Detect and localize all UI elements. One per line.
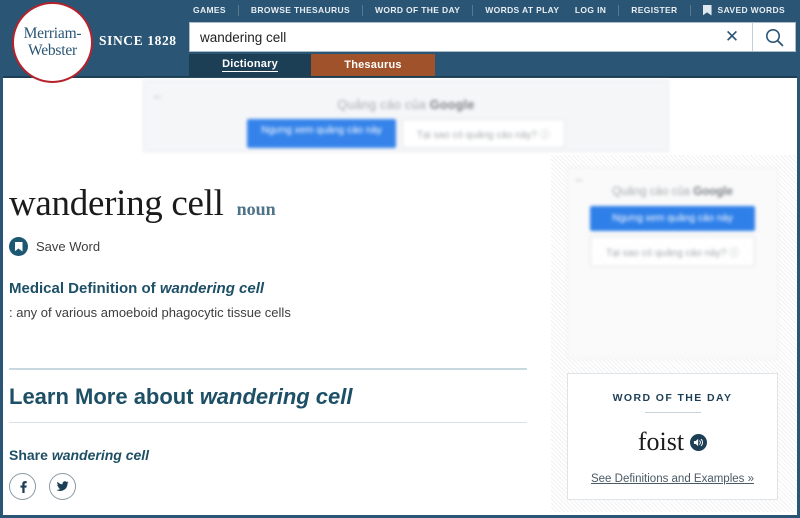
logo-line-2: Webster <box>28 41 77 59</box>
logo-line-1: Merriam- <box>23 25 82 43</box>
bookmark-icon <box>702 4 712 16</box>
ad-attribution: Quảng cáo của Google <box>144 98 668 112</box>
banner-advertisement[interactable]: ← Quảng cáo của Google Ngưng xem quảng c… <box>143 80 669 152</box>
search-magnifier-icon[interactable] <box>753 22 795 52</box>
search-input[interactable] <box>190 29 712 45</box>
word-of-the-day-word[interactable]: foist <box>638 427 684 457</box>
tab-thesaurus[interactable]: Thesaurus <box>311 54 435 76</box>
merriam-webster-logo[interactable]: Merriam- Webster <box>12 2 93 83</box>
site-header: GAMES BROWSE THESAURUS WORD OF THE DAY W… <box>3 0 797 83</box>
facebook-icon[interactable] <box>9 473 36 500</box>
dictionary-entry: wandering cell noun Save Word Medical De… <box>3 155 551 512</box>
saved-words-label: SAVED WORDS <box>717 5 785 15</box>
utility-nav: GAMES BROWSE THESAURUS WORD OF THE DAY W… <box>3 0 797 20</box>
definition-heading: Medical Definition of wandering cell <box>9 280 527 297</box>
learn-more-heading: Learn More about wandering cell <box>9 384 527 422</box>
right-sidebar: ← Quảng cáo của Google Ngưng xem quảng c… <box>551 155 797 512</box>
word-of-the-day-label: WORD OF THE DAY <box>612 392 733 404</box>
since-tagline: SINCE 1828 <box>99 33 177 48</box>
share-prefix: Share <box>9 447 52 463</box>
ad-attribution-brand: Google <box>693 186 733 198</box>
ad-attribution-prefix: Quảng cáo của <box>612 186 694 198</box>
ad-stop-seeing-button[interactable]: Ngưng xem quảng cáo này <box>590 206 755 231</box>
share-heading: Share wandering cell <box>9 447 527 463</box>
definition-heading-word: wandering cell <box>159 280 265 297</box>
search-bar: ✕ <box>189 22 796 52</box>
nav-link-browse-thesaurus[interactable]: BROWSE THESAURUS <box>239 0 362 20</box>
tab-dictionary-label: Dictionary <box>222 58 278 72</box>
ad-buttons: Ngưng xem quảng cáo này Tại sao có quảng… <box>590 206 755 267</box>
browser-page: GAMES BROWSE THESAURUS WORD OF THE DAY W… <box>0 0 800 518</box>
learn-more-prefix: Learn More about <box>9 384 200 409</box>
utility-nav-right: LOG IN REGISTER SAVED WORDS <box>563 0 797 20</box>
ad-stop-seeing-button[interactable]: Ngưng xem quảng cáo này <box>247 119 396 148</box>
section-divider-bottom <box>9 422 527 423</box>
tab-dictionary[interactable]: Dictionary <box>189 54 311 76</box>
save-word-button[interactable]: Save Word <box>9 237 527 256</box>
share-word: wandering cell <box>51 447 150 463</box>
definition-heading-prefix: Medical Definition of <box>9 280 160 297</box>
word-of-the-day-row: foist <box>568 427 777 457</box>
ad-attribution: Quảng cáo của Google <box>568 186 777 198</box>
widget-divider <box>644 412 701 413</box>
page-title: wandering cell <box>9 183 224 224</box>
section-divider-top <box>9 368 527 370</box>
see-definitions-link[interactable]: See Definitions and Examples » <box>568 473 777 485</box>
nav-link-word-of-the-day[interactable]: WORD OF THE DAY <box>363 0 472 20</box>
tab-thesaurus-label: Thesaurus <box>344 59 402 71</box>
utility-nav-left: GAMES BROWSE THESAURUS WORD OF THE DAY W… <box>181 0 571 20</box>
ad-attribution-prefix: Quảng cáo của <box>337 98 430 112</box>
bookmark-icon <box>9 237 28 256</box>
share-buttons <box>9 473 527 500</box>
part-of-speech: noun <box>236 199 276 219</box>
ad-back-arrow-icon[interactable]: ← <box>574 173 585 185</box>
nav-link-games[interactable]: GAMES <box>181 0 238 20</box>
headword-row: wandering cell noun <box>9 155 527 225</box>
nav-link-saved-words[interactable]: SAVED WORDS <box>691 0 797 20</box>
nav-link-log-in[interactable]: LOG IN <box>563 0 618 20</box>
close-x-icon[interactable]: ✕ <box>712 22 752 52</box>
ad-attribution-brand: Google <box>429 98 475 112</box>
see-definitions-label: See Definitions and Examples <box>590 473 745 485</box>
ad-buttons: Ngưng xem quảng cáo này Tại sao có quảng… <box>144 119 668 148</box>
sidebar-advertisement[interactable]: ← Quảng cáo của Google Ngưng xem quảng c… <box>567 167 778 359</box>
ad-why-this-ad-button[interactable]: Tại sao có quảng cáo này? ⓘ <box>401 119 565 148</box>
dictionary-thesaurus-tabs: Dictionary Thesaurus <box>189 54 435 76</box>
twitter-icon[interactable] <box>49 473 76 500</box>
word-of-the-day-widget: WORD OF THE DAY foist See Definitions an… <box>567 373 778 500</box>
main-content: wandering cell noun Save Word Medical De… <box>3 155 797 512</box>
learn-more-word: wandering cell <box>199 384 353 409</box>
speaker-audio-icon[interactable] <box>690 433 708 451</box>
nav-link-words-at-play[interactable]: WORDS AT PLAY <box>473 0 571 20</box>
link-chevron: » <box>744 473 754 485</box>
nav-link-register[interactable]: REGISTER <box>619 0 689 20</box>
definition-text: : any of various amoeboid phagocytic tis… <box>9 305 291 320</box>
save-word-label: Save Word <box>36 239 101 254</box>
ad-why-this-ad-button[interactable]: Tại sao có quảng cáo này? ⓘ <box>590 236 755 267</box>
